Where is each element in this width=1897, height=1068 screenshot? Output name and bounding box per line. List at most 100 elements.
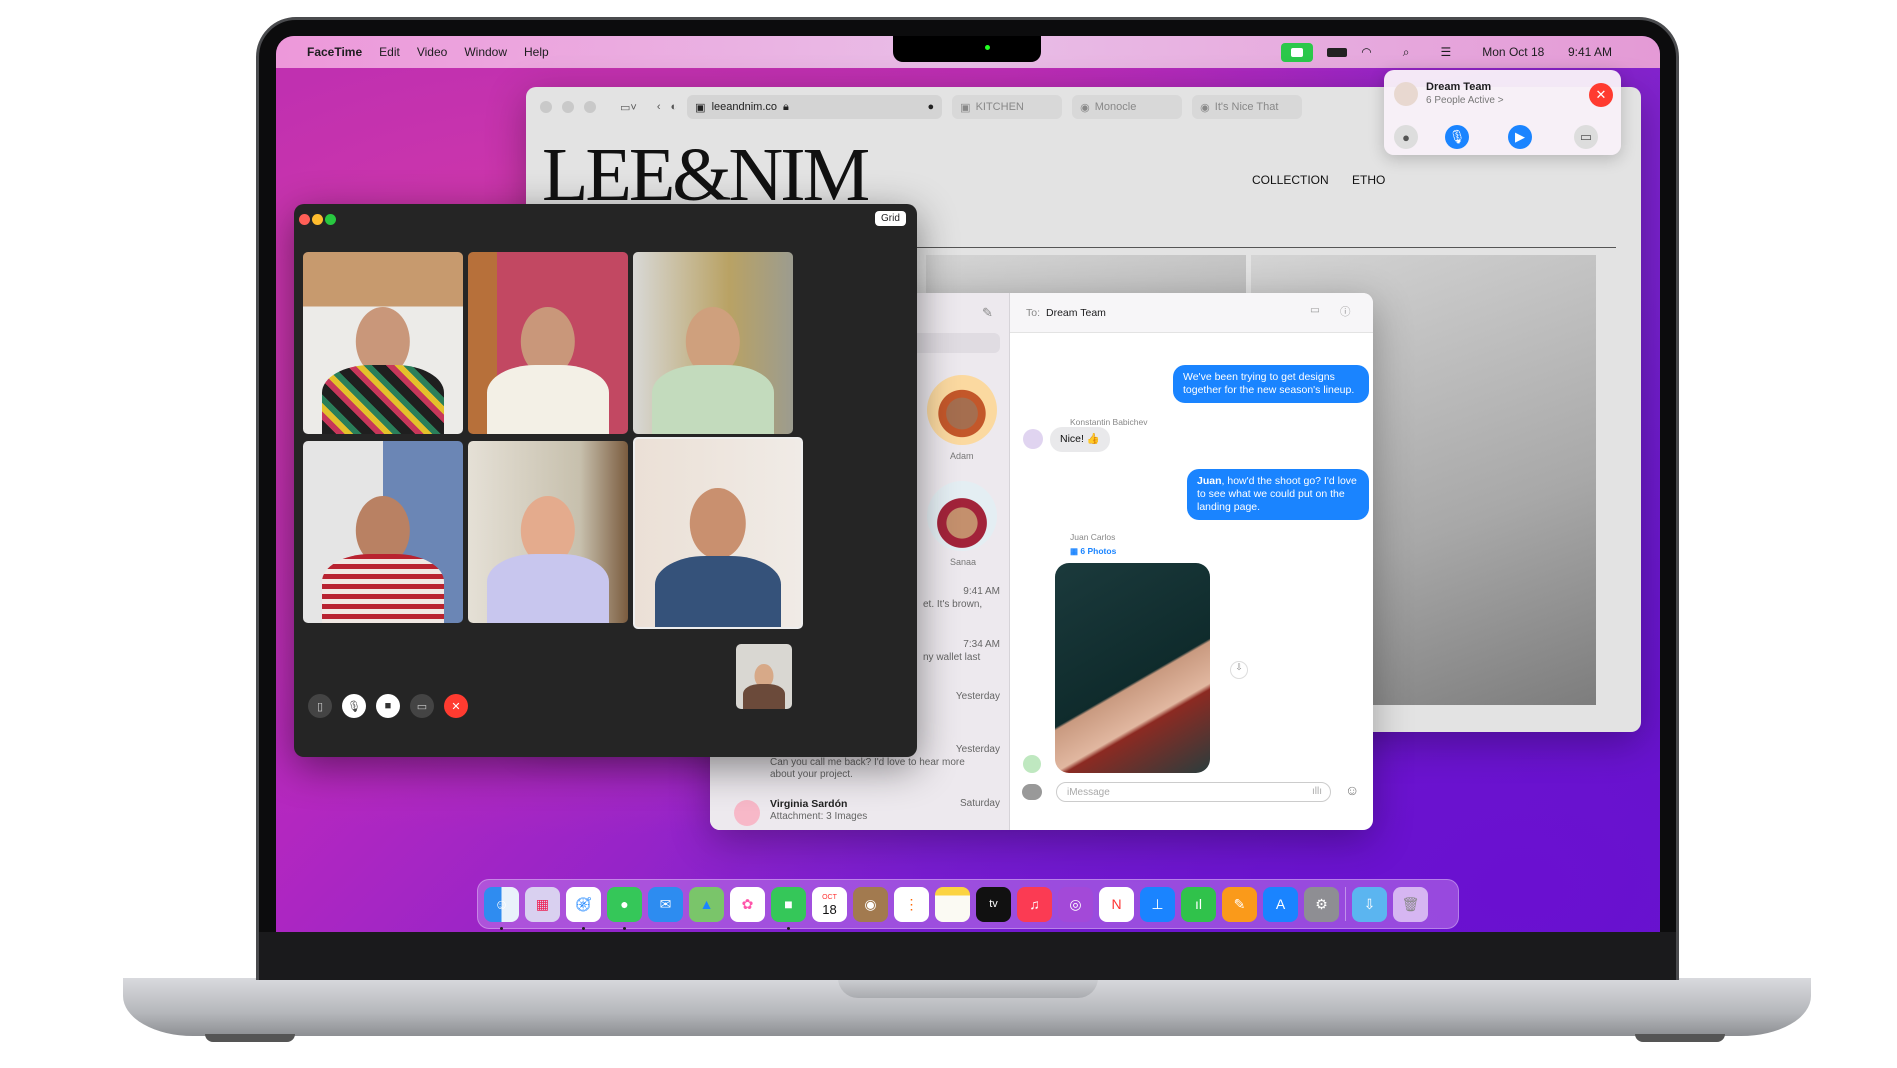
save-photo-icon[interactable]: ⇩ xyxy=(1230,661,1248,679)
message-bubble-sent[interactable]: We've been trying to get designs togethe… xyxy=(1173,365,1369,403)
participant-tile[interactable] xyxy=(303,441,463,623)
apps-button[interactable] xyxy=(1022,784,1042,800)
message-placeholder: iMessage xyxy=(1067,787,1110,798)
camera-button[interactable]: ■ xyxy=(376,694,400,718)
audio-message-icon[interactable]: ıllı xyxy=(1312,786,1322,797)
dock-system-preferences[interactable]: ⚙ xyxy=(1304,886,1339,922)
message-input[interactable]: iMessage ıllı xyxy=(1056,782,1331,802)
end-call-button[interactable]: ✕ xyxy=(444,694,468,718)
tv-label: tv xyxy=(989,898,998,910)
conversation-item[interactable]: Virginia Sardón Saturday Attachment: 3 I… xyxy=(730,798,1000,828)
participant-tile[interactable] xyxy=(633,252,793,434)
close-button[interactable] xyxy=(540,101,552,113)
dock-maps[interactable]: ▲ xyxy=(689,886,724,922)
photo-stack[interactable] xyxy=(1055,563,1210,773)
tab-kitchen[interactable]: ▣ KITCHEN xyxy=(952,95,1063,119)
menu-time[interactable]: 9:41 AM xyxy=(1568,45,1612,59)
info-icon[interactable]: ⓘ xyxy=(1340,304,1351,319)
tab-monocle[interactable]: ◉ Monocle xyxy=(1072,95,1183,119)
item-time: Yesterday xyxy=(955,691,1000,702)
message-bubble-received[interactable]: Nice! 👍 xyxy=(1050,427,1110,452)
dock-keynote[interactable]: ⊥ xyxy=(1140,886,1175,922)
microphone-button[interactable]: 🎙︎ xyxy=(1445,125,1469,149)
camera-button[interactable]: ▶ xyxy=(1508,125,1532,149)
attachment-count: 6 Photos xyxy=(1080,546,1117,556)
chat-button[interactable]: ● xyxy=(1394,125,1418,149)
battery-icon[interactable] xyxy=(1327,47,1348,57)
dock-numbers[interactable]: ıl xyxy=(1181,886,1216,922)
dock-safari[interactable]: 🧭︎ xyxy=(566,886,601,930)
wifi-icon[interactable]: ◠ xyxy=(1361,45,1371,59)
laptop-foot xyxy=(1635,1034,1725,1042)
dock-music[interactable]: ♫ xyxy=(1017,886,1052,922)
minimize-button[interactable] xyxy=(312,214,323,225)
more-icon[interactable]: ● xyxy=(928,101,935,113)
dock-pages[interactable]: ✎ xyxy=(1222,886,1257,922)
dock-photos[interactable]: ✿ xyxy=(730,886,765,922)
sidebar-button[interactable]: ▯ xyxy=(308,694,332,718)
microphone-button[interactable]: 🎙︎ xyxy=(342,694,366,718)
dock-finder[interactable]: ☺ xyxy=(484,886,519,930)
dock-podcasts[interactable]: ◎ xyxy=(1058,886,1093,922)
address-bar[interactable]: ▣ leeandnim.co 🔒︎ ● xyxy=(687,95,943,119)
participant-tile-active-speaker[interactable] xyxy=(633,437,803,629)
participant-tile[interactable] xyxy=(303,252,463,434)
menu-app-name[interactable]: FaceTime xyxy=(307,45,362,59)
video-call-icon[interactable]: ▭ xyxy=(1310,304,1320,316)
back-icon[interactable]: ‹ xyxy=(657,101,661,113)
dock-messages[interactable]: ● xyxy=(607,886,642,930)
tab-its-nice-that[interactable]: ◉ It's Nice That xyxy=(1192,95,1303,119)
dock-app-store[interactable]: A xyxy=(1263,886,1298,922)
zoom-button[interactable] xyxy=(584,101,596,113)
dock-contacts[interactable]: ◉ xyxy=(853,886,888,922)
dock-trash[interactable]: 🗑︎ xyxy=(1393,886,1428,922)
camera-notch xyxy=(893,36,1041,62)
pinned-name: Adam xyxy=(950,451,974,461)
menu-video[interactable]: Video xyxy=(417,45,447,59)
dock-reminders[interactable]: ⋮ xyxy=(894,886,929,922)
pinned-avatar-sanaa[interactable] xyxy=(927,481,997,551)
menu-help[interactable]: Help xyxy=(524,45,549,59)
photos-attachment-label[interactable]: ▦ 6 Photos xyxy=(1070,546,1116,557)
sender-avatar xyxy=(1023,429,1043,449)
dock-notes[interactable] xyxy=(935,886,970,922)
dock-tv[interactable]: tv xyxy=(976,886,1011,922)
laptop-chin xyxy=(259,932,1676,980)
dock-launchpad[interactable]: ▦ xyxy=(525,886,560,922)
emoji-icon[interactable]: ☺ xyxy=(1345,782,1359,798)
end-call-button[interactable]: ✕ xyxy=(1589,83,1613,107)
dock-downloads[interactable]: ⇩ xyxy=(1352,886,1387,922)
menu-window[interactable]: Window xyxy=(464,45,507,59)
pinned-avatar-adam[interactable] xyxy=(927,375,997,445)
recipient-name[interactable]: Dream Team xyxy=(1046,307,1106,319)
facetime-status-icon[interactable] xyxy=(1281,42,1314,62)
sidebar-toggle-icon[interactable]: ▭˅ xyxy=(620,101,637,114)
nav-collection[interactable]: COLLECTION xyxy=(1252,173,1329,187)
close-button[interactable] xyxy=(299,214,310,225)
sender-name: Konstantin Babichev xyxy=(1070,417,1148,427)
search-icon[interactable]: ⌕ xyxy=(1403,45,1410,60)
dock-facetime[interactable]: ■ xyxy=(771,886,806,930)
dock-calendar[interactable]: OCT 18 xyxy=(812,886,847,922)
participant-tile[interactable] xyxy=(468,252,628,434)
mention: Juan xyxy=(1197,475,1222,487)
dock-mail[interactable]: ✉ xyxy=(648,886,683,922)
share-screen-button[interactable]: ▭ xyxy=(1574,125,1598,149)
menu-date[interactable]: Mon Oct 18 xyxy=(1482,45,1544,59)
zoom-button[interactable] xyxy=(325,214,336,225)
grid-toggle-button[interactable]: Grid xyxy=(875,211,906,226)
minimize-button[interactable] xyxy=(562,101,574,113)
item-time: 7:34 AM xyxy=(963,639,1000,650)
message-bubble-sent[interactable]: Juan, how'd the shoot go? I'd love to se… xyxy=(1187,469,1369,520)
menu-edit[interactable]: Edit xyxy=(379,45,400,59)
share-screen-button[interactable]: ▭ xyxy=(410,694,434,718)
dock-news[interactable]: N xyxy=(1099,886,1134,922)
participant-tile[interactable] xyxy=(468,441,628,623)
group-status[interactable]: 6 People Active > xyxy=(1426,95,1504,106)
nav-ethos[interactable]: ETHO xyxy=(1352,173,1385,187)
control-center-icon[interactable]: ☰ xyxy=(1441,45,1452,59)
self-view-tile[interactable] xyxy=(736,644,792,709)
compose-icon[interactable]: ✎ xyxy=(982,305,993,321)
privacy-shield-icon[interactable]: ◐ xyxy=(671,101,678,113)
sender-name: Juan Carlos xyxy=(1070,532,1116,542)
